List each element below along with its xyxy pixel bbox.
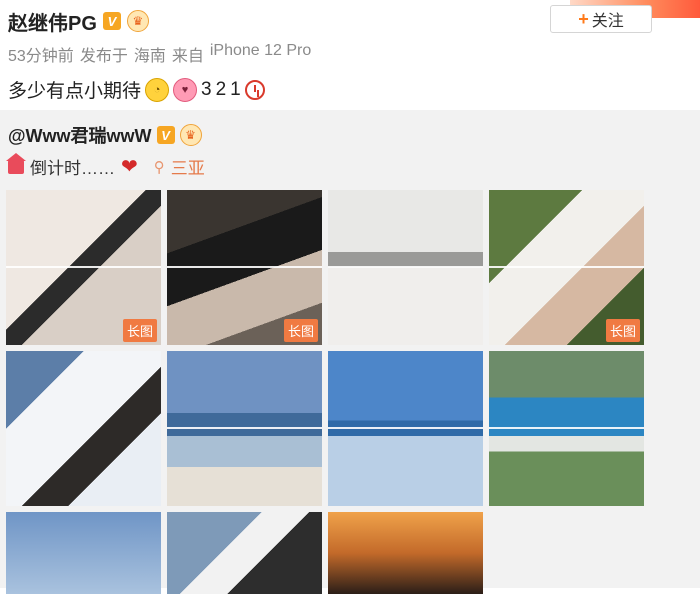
location-pin-icon: ⚲ bbox=[153, 158, 165, 176]
repost-location-link[interactable]: 三亚 bbox=[171, 154, 205, 179]
author-row: 赵继伟PG V ♛ bbox=[8, 7, 311, 36]
follow-button[interactable]: + 关注 bbox=[550, 5, 652, 33]
verified-v-icon: V bbox=[156, 126, 175, 144]
countdown-2: 2 bbox=[215, 78, 227, 100]
follow-label: 关注 bbox=[591, 13, 624, 30]
post-source-label: 来自 bbox=[171, 48, 204, 65]
post-location-label: 发布于 bbox=[79, 48, 128, 65]
post-device: iPhone 12 Pro bbox=[209, 42, 312, 59]
photo-tile[interactable] bbox=[167, 190, 322, 345]
photo-tile[interactable] bbox=[6, 512, 161, 594]
alarm-clock-icon bbox=[244, 79, 265, 100]
repost-text: 倒计时…… bbox=[30, 159, 115, 178]
post-header: 赵继伟PG V ♛ 53分钟前 发布于 海南 来自 iPhone 12 Pro … bbox=[8, 8, 311, 103]
post-time: 53分钟前 bbox=[8, 48, 74, 65]
photo-tile[interactable] bbox=[489, 351, 644, 506]
verified-v-icon: V bbox=[102, 12, 121, 30]
photo-tile[interactable] bbox=[6, 190, 161, 345]
vip-crown-icon: ♛ bbox=[179, 124, 202, 146]
photo-tile[interactable] bbox=[489, 190, 644, 345]
repost-card[interactable]: @Www君瑞wwW V ♛ 倒计时…… ❤ ⚲ 三亚 长图 长图 长图 bbox=[0, 110, 700, 594]
heart-icon: ❤ bbox=[121, 155, 138, 178]
photo-tile[interactable] bbox=[328, 351, 483, 506]
house-icon bbox=[6, 152, 26, 174]
countdown-1: 1 bbox=[230, 78, 241, 100]
photo-tile[interactable] bbox=[167, 512, 322, 594]
post-text-body: 多少有点小期待 bbox=[8, 81, 142, 102]
countdown-3: 3 bbox=[201, 78, 212, 100]
kiss-emoji-icon: ♥ bbox=[173, 77, 198, 102]
vip-crown-icon: ♛ bbox=[126, 10, 149, 32]
photo-tile[interactable] bbox=[167, 351, 322, 506]
post-location: 海南 bbox=[133, 48, 166, 65]
repost-author-row: @Www君瑞wwW V ♛ bbox=[8, 122, 202, 148]
photo-tile[interactable] bbox=[6, 351, 161, 506]
plus-icon: + bbox=[578, 8, 589, 29]
thinking-emoji-icon: ◔ bbox=[145, 77, 170, 102]
post-meta: 53分钟前 发布于 海南 来自 iPhone 12 Pro bbox=[8, 42, 311, 66]
photo-tile[interactable] bbox=[328, 190, 483, 345]
repost-text-row: 倒计时…… ❤ ⚲ 三亚 bbox=[6, 152, 205, 179]
post-text: 多少有点小期待 ◔ ♥ 3 2 1 bbox=[8, 76, 311, 103]
author-name[interactable]: 赵继伟PG bbox=[8, 7, 97, 36]
photo-tile[interactable] bbox=[328, 512, 483, 594]
repost-author[interactable]: @Www君瑞wwW bbox=[8, 122, 152, 148]
